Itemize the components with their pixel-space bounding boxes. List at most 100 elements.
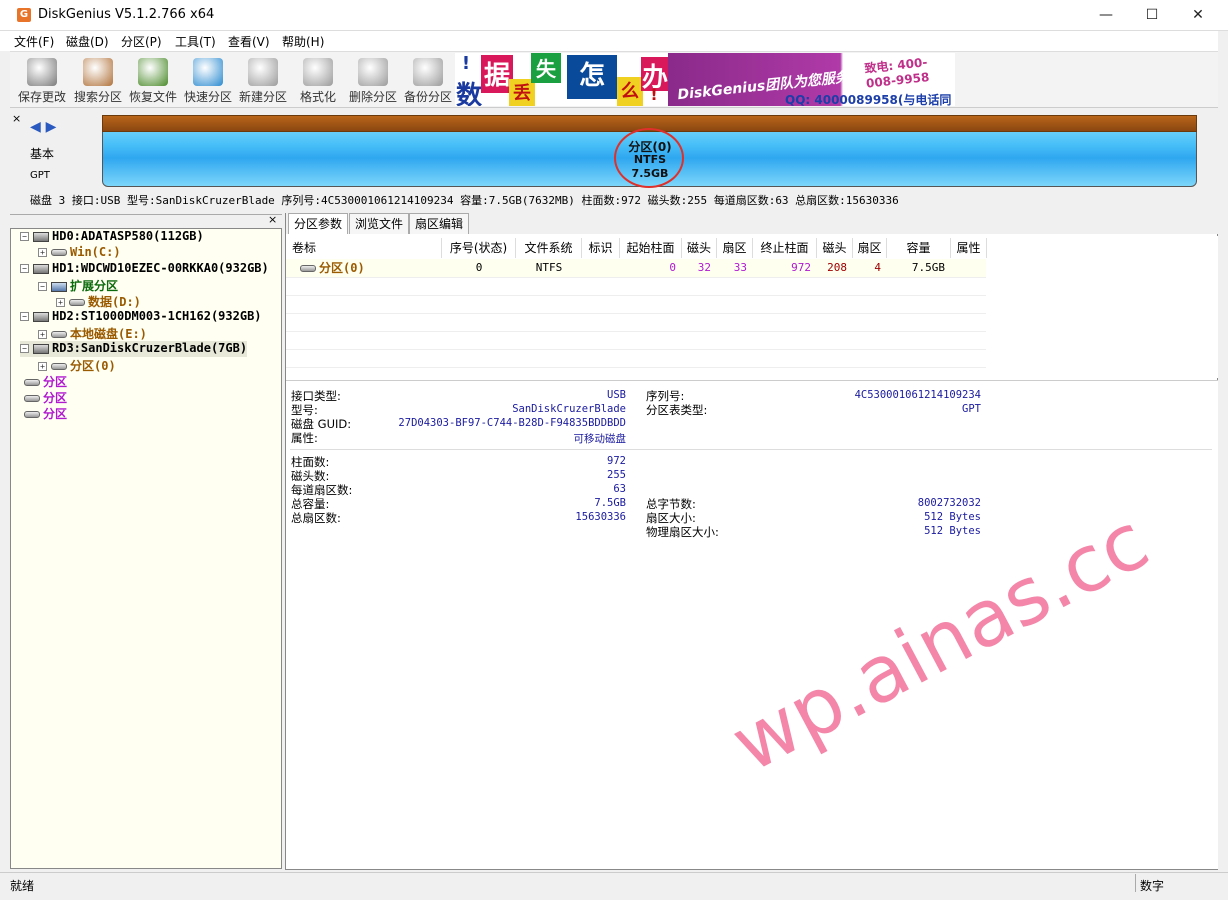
toolbar-button-label: 新建分区 — [238, 90, 287, 104]
banner-mark: ! — [461, 53, 471, 74]
toolbar-button-label: 搜索分区 — [73, 90, 122, 104]
menu-help[interactable]: 帮助(H) — [282, 33, 324, 50]
tree-node-label: RD3:SanDiskCruzerBlade(7GB) — [52, 341, 248, 355]
hard-disk-icon — [33, 343, 49, 354]
disk-details — [286, 380, 1218, 869]
expand-icon[interactable]: + — [38, 248, 47, 257]
toolbar-button-label: 保存更改 — [17, 90, 66, 104]
toolbar-button-3[interactable]: 快速分区 — [180, 56, 236, 106]
collapse-icon[interactable]: − — [20, 312, 29, 321]
tree-node-label: HD1:WDCWD10EZEC-00RKKA0(932GB) — [52, 261, 269, 275]
status-bar — [0, 872, 1228, 900]
column-header[interactable]: 终止柱面 — [753, 238, 817, 258]
grid-row-line — [286, 277, 986, 278]
column-header[interactable]: 序号(状态) — [442, 238, 516, 258]
column-header[interactable]: 磁头 — [682, 238, 717, 258]
collapse-icon[interactable]: − — [20, 264, 29, 273]
detail-label: 总扇区数: — [291, 511, 341, 525]
column-header[interactable]: 属性 — [951, 238, 987, 258]
tree-partition-node[interactable]: + 数据(D:) — [56, 293, 141, 309]
promo-banner[interactable]: 数 据 丢 失 怎 么 办 ! ! DiskGenius团队为您服务! 致电: … — [455, 53, 955, 106]
banner-char-5: 怎 — [567, 55, 617, 99]
disk-type-label: 基本 — [30, 147, 55, 161]
close-button[interactable]: ✕ — [1175, 0, 1221, 31]
toolbar-button-2[interactable]: 恢复文件 — [125, 56, 181, 106]
toolbar-button-0[interactable]: 保存更改 — [14, 56, 70, 106]
tree-close-icon[interactable]: × — [268, 213, 277, 226]
tree-partition-node[interactable]: − 扩展分区 — [38, 277, 118, 293]
status-numlock: 数字 — [1140, 879, 1165, 893]
detail-value: 7.5GB — [594, 497, 626, 509]
detail-value: 972 — [607, 455, 626, 467]
banner-char-6: 么 — [617, 77, 643, 106]
table-cell: 分区(0) — [286, 260, 442, 276]
table-cell: NTFS — [535, 261, 563, 274]
tree-panel-header — [10, 214, 282, 227]
toolbar-button-6[interactable]: 删除分区 — [345, 56, 401, 106]
detail-value: 可移动磁盘 — [573, 433, 627, 445]
tree-partition-node[interactable]: + 本地磁盘(E:) — [38, 325, 147, 341]
collapse-icon[interactable]: − — [38, 282, 47, 291]
toolbar-button-label: 快速分区 — [183, 90, 232, 104]
detail-label: 属性: — [291, 431, 318, 445]
column-header[interactable]: 起始柱面 — [620, 238, 682, 258]
tree-partition-node[interactable]: + Win(C:) — [38, 245, 121, 261]
tree-node-label: 分区 — [43, 407, 68, 421]
column-header[interactable]: 扇区 — [853, 238, 887, 258]
collapse-icon[interactable]: − — [20, 344, 29, 353]
partition-style-label: GPT — [30, 170, 50, 181]
partition-icon — [51, 249, 67, 256]
tree-node-label: 分区(0) — [70, 359, 116, 373]
menu-view[interactable]: 查看(V) — [228, 33, 270, 50]
tree-disk-node[interactable]: − HD1:WDCWD10EZEC-00RKKA0(932GB) — [20, 261, 269, 277]
collapse-icon[interactable]: − — [20, 232, 29, 241]
column-header[interactable]: 卷标 — [286, 238, 442, 258]
toolbar-button-4[interactable]: 新建分区 — [235, 56, 291, 106]
hard-disk-icon — [33, 311, 49, 322]
menu-file[interactable]: 文件(F) — [14, 33, 54, 50]
toolbar-button-label: 删除分区 — [348, 90, 397, 104]
tab-partition-params[interactable]: 分区参数 — [288, 213, 349, 234]
detail-value: 255 — [607, 469, 626, 481]
menu-disk[interactable]: 磁盘(D) — [66, 33, 109, 50]
column-header[interactable]: 扇区 — [717, 238, 753, 258]
annotation-circle — [614, 128, 684, 188]
detail-value: 8002732032 — [917, 497, 981, 509]
tree-node-label: Win(C:) — [70, 245, 121, 259]
toolbar-button-7[interactable]: 备份分区 — [400, 56, 456, 106]
tree-disk-node[interactable]: − HD2:ST1000DM003-1CH162(932GB) — [20, 309, 262, 325]
tree-disk-node[interactable]: − RD3:SanDiskCruzerBlade(7GB) — [20, 341, 248, 357]
status-text: 就绪 — [10, 879, 35, 893]
tree-partition-node[interactable]: 分区 — [20, 405, 67, 421]
detail-value: GPT — [962, 403, 981, 415]
table-cell: 33 — [733, 261, 747, 274]
table-cell: 7.5GB — [911, 261, 945, 274]
table-cell: 972 — [791, 261, 811, 274]
tree-partition-node[interactable]: 分区 — [20, 373, 67, 389]
maximize-button[interactable]: ☐ — [1129, 0, 1175, 31]
tree-partition-node[interactable]: + 分区(0) — [38, 357, 116, 373]
column-header[interactable]: 容量 — [887, 238, 951, 258]
expand-icon[interactable]: + — [56, 298, 65, 307]
disk-nav-arrows-icon[interactable]: ◀ ▶ — [30, 119, 56, 135]
toolbar-button-5[interactable]: 格式化 — [290, 56, 346, 106]
tree-disk-node[interactable]: − HD0:ADATASP580(112GB) — [20, 229, 204, 245]
column-header[interactable]: 标识 — [582, 238, 620, 258]
grid-row-line — [286, 313, 986, 314]
tree-partition-node[interactable]: 分区 — [20, 389, 67, 405]
toolbar-button-1[interactable]: 搜索分区 — [70, 56, 126, 106]
tab-browse-files[interactable]: 浏览文件 — [349, 213, 410, 234]
column-header[interactable]: 磁头 — [817, 238, 853, 258]
table-cell: 0 — [475, 261, 483, 274]
tab-sector-editor[interactable]: 扇区编辑 — [409, 213, 470, 234]
menu-tools[interactable]: 工具(T) — [175, 33, 216, 50]
table-cell: 32 — [697, 261, 711, 274]
menu-partition[interactable]: 分区(P) — [121, 33, 162, 50]
diskmap-close-icon[interactable]: × — [12, 112, 21, 125]
expand-icon[interactable]: + — [38, 362, 47, 371]
column-header[interactable]: 文件系统 — [516, 238, 582, 258]
minimize-button[interactable]: — — [1083, 0, 1129, 31]
expand-icon[interactable]: + — [38, 330, 47, 339]
tree-node-label: 数据(D:) — [88, 295, 141, 309]
partition-icon — [300, 265, 316, 272]
